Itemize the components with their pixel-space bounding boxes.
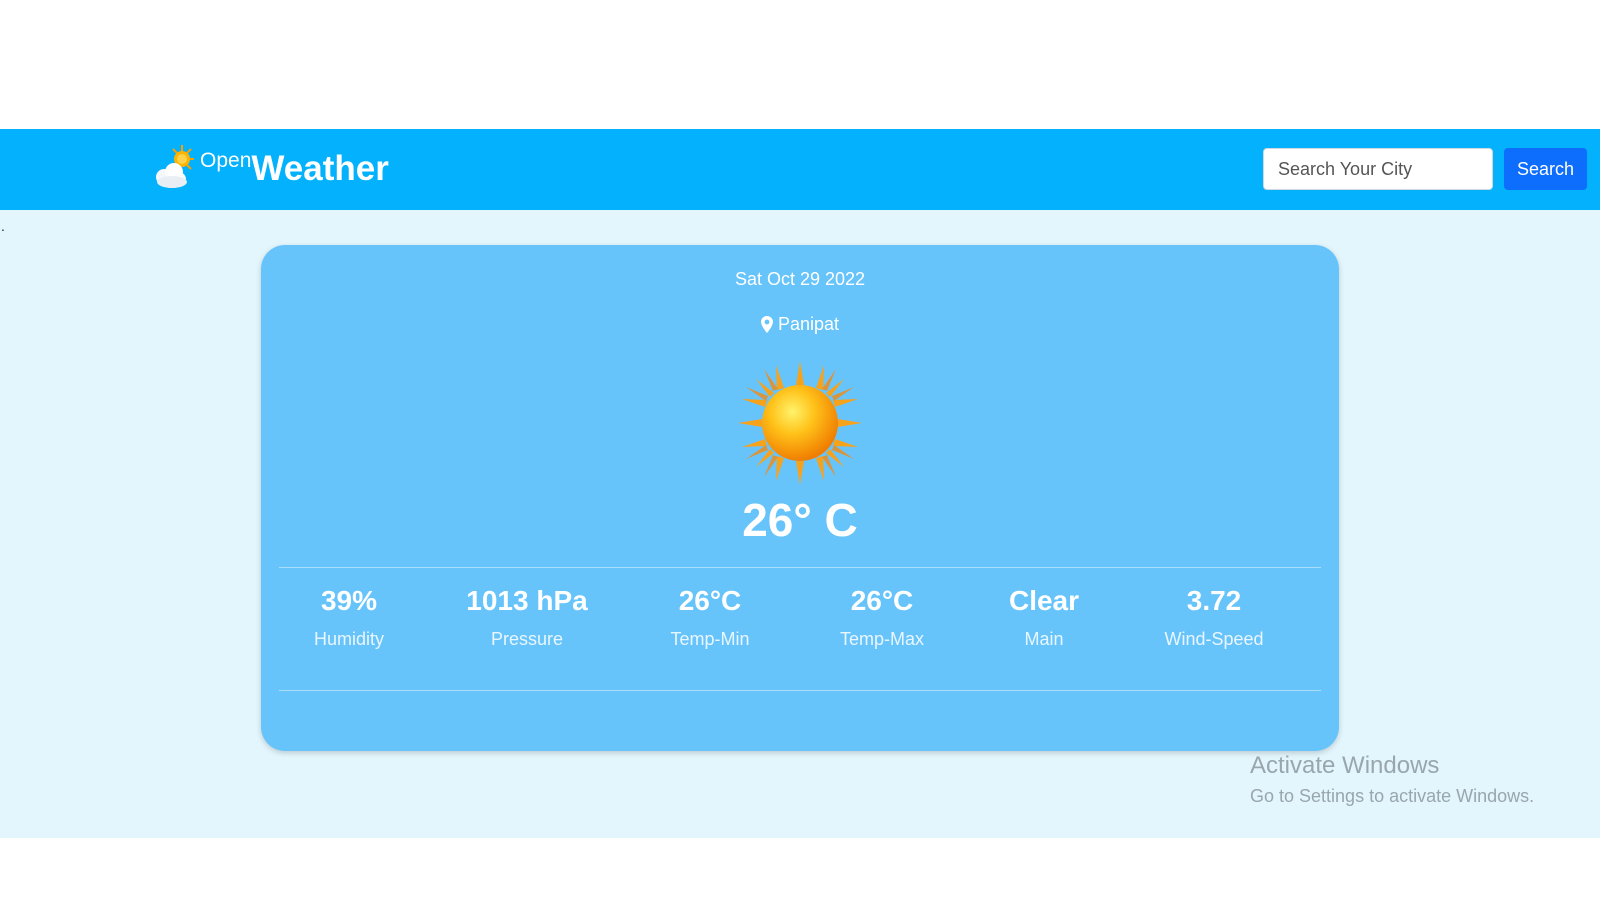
stat-main: Clear Main	[964, 585, 1124, 650]
weather-card: Sat Oct 29 2022 Panipat 26° C 39% Humidi…	[261, 245, 1339, 751]
sun-cloud-icon	[152, 143, 198, 191]
brand[interactable]: Open Weather	[152, 143, 389, 193]
watermark-subtitle: Go to Settings to activate Windows.	[1250, 786, 1535, 806]
main-content: . Sat Oct 29 2022 Panipat 26° C 39% Humi…	[0, 210, 1600, 838]
sun-icon	[738, 361, 862, 485]
stat-label: Humidity	[313, 629, 384, 649]
stat-value: Clear	[1008, 585, 1080, 616]
weather-location: Panipat	[261, 314, 1339, 338]
stat-temp-max: 26°C Temp-Max	[802, 585, 962, 650]
divider-bottom	[279, 690, 1321, 691]
weather-date: Sat Oct 29 2022	[734, 269, 866, 289]
temperature: 26° C	[742, 494, 858, 546]
brand-name-open: Open	[200, 149, 252, 172]
stat-label: Temp-Max	[839, 629, 924, 649]
stat-pressure: 1013 hPa Pressure	[447, 585, 607, 650]
search-input[interactable]	[1263, 148, 1493, 190]
stat-temp-min: 26°C Temp-Min	[630, 585, 790, 650]
stat-value: 26°C	[678, 585, 742, 616]
divider-top	[279, 567, 1321, 568]
search-button[interactable]: Search	[1504, 148, 1587, 190]
brand-name-weather: Weather	[251, 149, 389, 188]
windows-activation-watermark: Activate Windows Go to Settings to activ…	[1250, 752, 1534, 807]
app-root: Open Weather Search . Sat Oct 29 2022 Pa…	[0, 0, 1600, 900]
watermark-title: Activate Windows	[1250, 752, 1440, 779]
stat-label: Main	[1024, 629, 1064, 649]
stat-label: Pressure	[490, 629, 564, 649]
stat-value: 1013 hPa	[466, 585, 588, 616]
stat-value: 39%	[320, 585, 378, 616]
stray-text: .	[1, 218, 5, 234]
stat-humidity: 39% Humidity	[269, 585, 429, 650]
stat-label: Temp-Min	[670, 629, 750, 649]
location-name: Panipat	[777, 314, 840, 334]
stat-wind-speed: 3.72 Wind-Speed	[1134, 585, 1294, 650]
navbar: Open Weather Search	[0, 129, 1600, 210]
map-pin-icon	[760, 316, 773, 338]
stat-value: 26°C	[850, 585, 914, 616]
stat-label: Wind-Speed	[1164, 629, 1264, 649]
stat-value: 3.72	[1186, 585, 1242, 616]
